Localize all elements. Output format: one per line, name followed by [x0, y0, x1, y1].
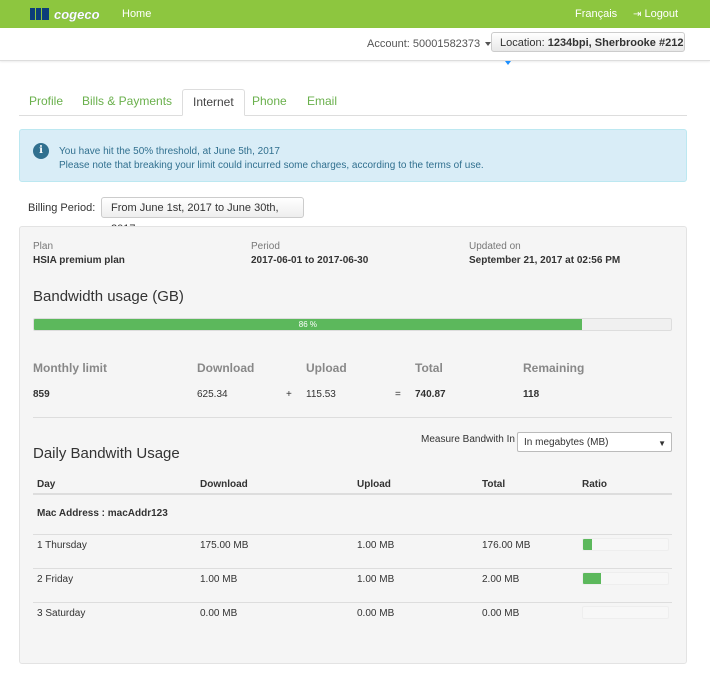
top-navbar: cogeco Home Français ⇥ Logout: [0, 0, 710, 28]
row-1-ratio-bar: [582, 538, 669, 551]
chevron-down-icon: [505, 61, 511, 66]
column-total: Total: [482, 479, 506, 490]
row-3-total: 0.00 MB: [482, 608, 520, 619]
row-1-download: 175.00 MB: [200, 540, 249, 551]
row-2-total: 2.00 MB: [482, 574, 520, 585]
alert-line-1: You have hit the 50% threshold, at June …: [59, 146, 280, 157]
language-link[interactable]: Français: [575, 8, 617, 20]
tab-internet[interactable]: Internet: [182, 89, 245, 116]
bandwidth-progress-bar: 86 %: [34, 319, 582, 330]
download-value: 625.34: [197, 389, 228, 400]
total-value: 740.87: [415, 389, 446, 400]
plan-value: HSIA premium plan: [33, 255, 125, 266]
bandwidth-title: Bandwidth usage (GB): [33, 288, 184, 305]
row-3-upload: 0.00 MB: [357, 608, 395, 619]
monthly-limit-label: Monthly limit: [33, 361, 107, 375]
billing-period-label: Billing Period:: [28, 202, 96, 214]
row-2-ratio-fill: [583, 573, 601, 584]
account-dropdown[interactable]: Account: 50001582373: [367, 38, 492, 50]
logout-icon: ⇥: [633, 9, 642, 20]
column-download: Download: [200, 479, 248, 490]
row-3-ratio-bar: [582, 606, 669, 619]
row-divider: [33, 568, 672, 569]
location-dropdown[interactable]: Location: 1234bpi, Sherbrooke #212: [491, 32, 685, 66]
period-value: 2017-06-01 to 2017-06-30: [251, 255, 369, 266]
threshold-alert: i You have hit the 50% threshold, at Jun…: [19, 129, 687, 182]
tab-phone[interactable]: Phone: [242, 89, 297, 114]
logout-link[interactable]: ⇥ Logout: [633, 8, 678, 20]
logout-label: Logout: [644, 8, 679, 20]
row-3-download: 0.00 MB: [200, 608, 238, 619]
account-bar: Account: 50001582373 Location: 1234bpi, …: [0, 28, 710, 66]
alert-line-2: Please note that breaking your limit cou…: [59, 160, 484, 171]
main-tabs: Profile Bills & Payments Internet Phone …: [19, 89, 687, 116]
column-upload: Upload: [357, 479, 391, 490]
column-ratio: Ratio: [582, 479, 607, 490]
row-2-day: 2 Friday: [37, 574, 74, 585]
section-divider: [33, 417, 672, 418]
remaining-label: Remaining: [523, 361, 585, 375]
mac-address-row: Mac Address : macAddr123: [37, 508, 168, 519]
location-prefix: Location:: [500, 37, 548, 49]
account-label: Account: 50001582373: [367, 38, 481, 50]
tab-profile[interactable]: Profile: [19, 89, 73, 114]
daily-usage-title: Daily Bandwith Usage: [33, 445, 180, 462]
equals-sign: =: [395, 389, 401, 400]
cogeco-logo-mark-icon: [30, 7, 50, 21]
row-3-day: 3 Saturday: [37, 608, 86, 619]
row-1-total: 176.00 MB: [482, 540, 531, 551]
column-day: Day: [37, 479, 56, 490]
cogeco-logo[interactable]: cogeco: [30, 6, 100, 22]
total-label: Total: [415, 361, 443, 375]
row-divider: [33, 534, 672, 535]
plus-sign: +: [286, 389, 292, 400]
row-1-day: 1 Thursday: [37, 540, 87, 551]
measure-unit-select[interactable]: In megabytes (MB) ▼: [517, 432, 672, 452]
row-1-ratio-fill: [583, 539, 592, 550]
logo-text: cogeco: [54, 6, 100, 22]
location-value: 1234bpi, Sherbrooke #212: [547, 37, 684, 49]
row-1-upload: 1.00 MB: [357, 540, 395, 551]
upload-label: Upload: [306, 361, 347, 375]
period-label: Period: [251, 241, 280, 252]
table-header-divider: [33, 493, 672, 495]
select-arrow-icon: ▼: [658, 439, 666, 448]
row-divider: [33, 602, 672, 603]
monthly-limit-value: 859: [33, 389, 50, 400]
remaining-value: 118: [523, 389, 540, 400]
download-label: Download: [197, 361, 255, 375]
info-icon: i: [33, 143, 49, 159]
measure-unit-value: In megabytes (MB): [524, 437, 609, 448]
tab-bills-payments[interactable]: Bills & Payments: [72, 89, 182, 114]
upload-value: 115.53: [306, 389, 336, 400]
row-2-download: 1.00 MB: [200, 574, 238, 585]
updated-label: Updated on: [469, 241, 521, 252]
bandwidth-progress: 86 %: [33, 318, 672, 331]
billing-period-dropdown[interactable]: From June 1st, 2017 to June 30th, 2017: [101, 197, 304, 235]
tab-email[interactable]: Email: [297, 89, 347, 114]
row-2-ratio-bar: [582, 572, 669, 585]
plan-label: Plan: [33, 241, 54, 252]
updated-value: September 21, 2017 at 02:56 PM: [469, 255, 621, 266]
measure-label: Measure Bandwith In: [421, 434, 515, 445]
row-2-upload: 1.00 MB: [357, 574, 395, 585]
home-link[interactable]: Home: [122, 8, 151, 20]
